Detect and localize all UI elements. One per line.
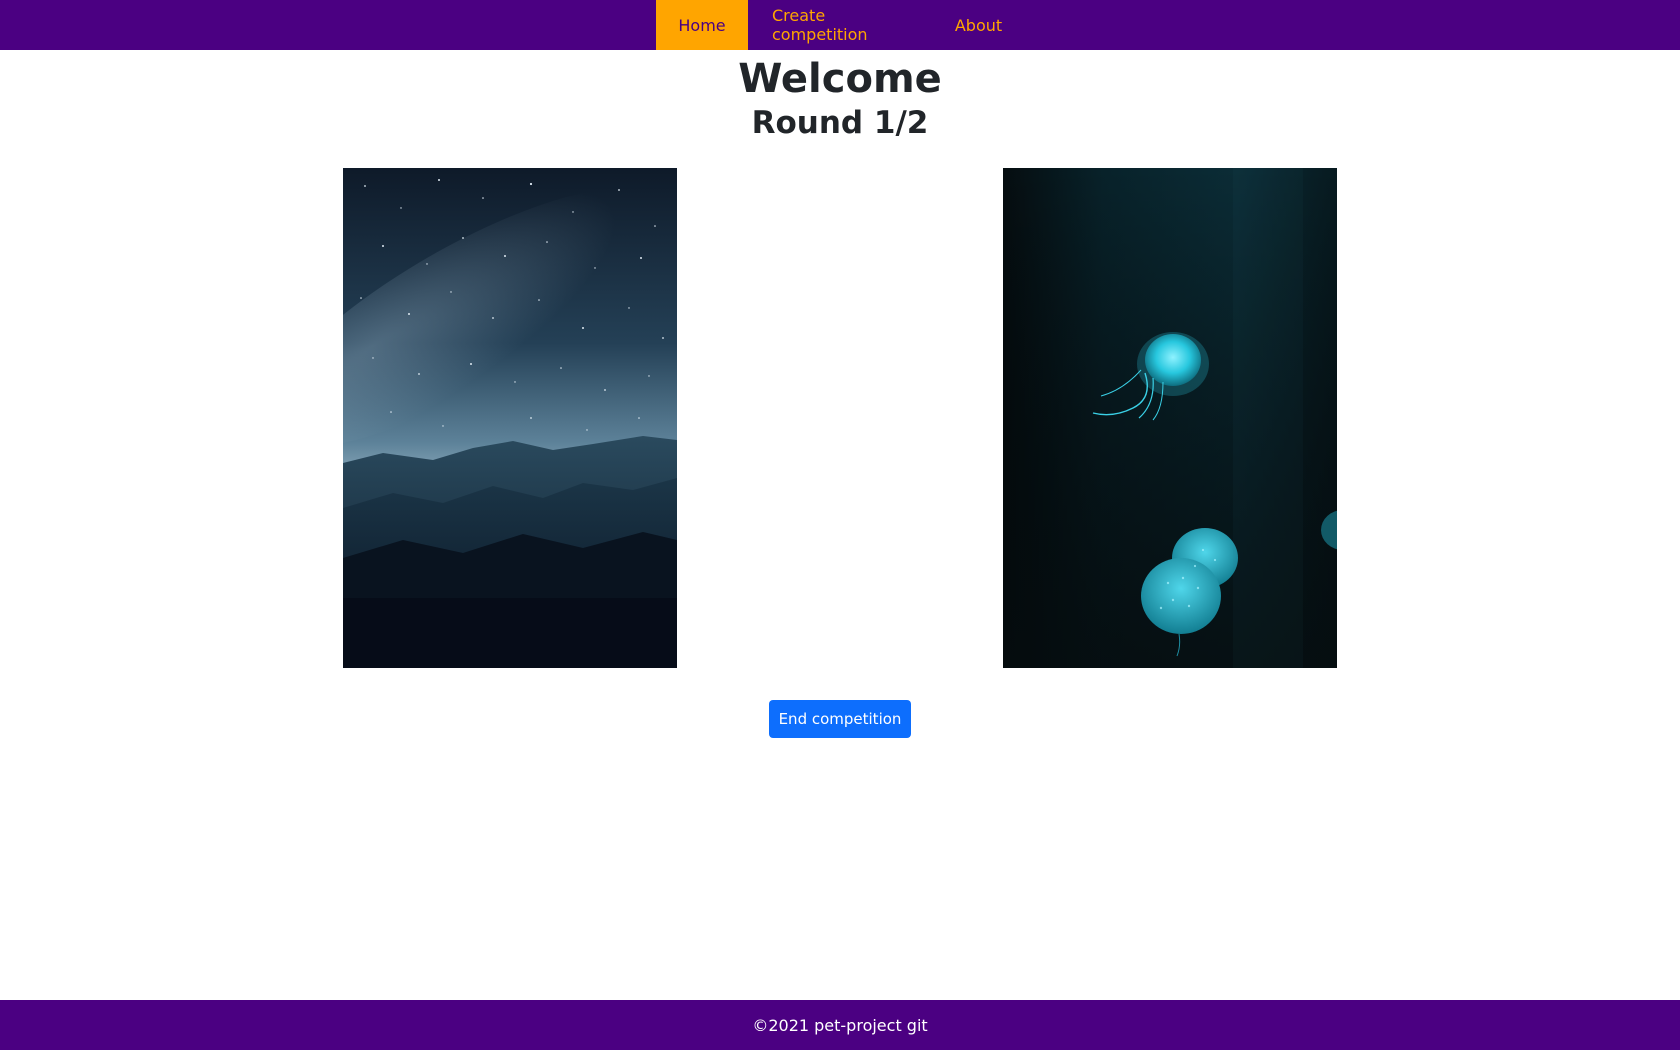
competition-image-right[interactable] [1003,168,1337,668]
starry-sky-mountains-image [343,168,677,668]
competition-image-left[interactable] [343,168,677,668]
footer-copyright: ©2021 pet-project git [752,1015,928,1035]
end-competition-button[interactable]: End competition [769,700,911,738]
page: Home Create competition About Welcome Ro… [0,0,1680,1050]
nav-item-home[interactable]: Home [656,0,748,50]
round-indicator: Round 1/2 [751,105,929,141]
top-navbar: Home Create competition About [0,0,1680,50]
heading-area: Welcome Round 1/2 [0,50,1680,143]
jellyfish-image [1003,168,1337,668]
page-title: Welcome [738,56,942,102]
nav-item-create-competition[interactable]: Create competition [748,0,933,50]
nav-menu: Home Create competition About [656,0,1024,50]
footer: ©2021 pet-project git [0,1000,1680,1050]
nav-item-about[interactable]: About [933,0,1024,50]
